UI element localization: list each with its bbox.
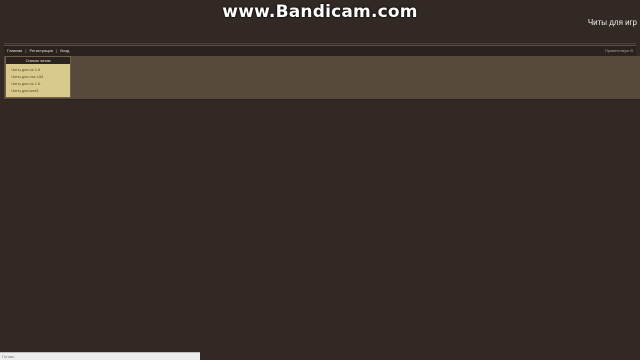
menu-item-cs16[interactable]: Читы для cs 1.6	[11, 66, 70, 73]
cheats-menu: Список читов Читы для cs 1.6 Читы для cs…	[5, 56, 71, 98]
browser-status-bar: Готово	[0, 352, 200, 360]
menu-item-cs16-alt[interactable]: Читы для cs 1.6	[11, 80, 70, 87]
cheats-menu-list: Читы для cs 1.6 Читы для css v34 Читы дл…	[6, 64, 70, 94]
content-divider	[4, 99, 640, 100]
nav-link-login[interactable]: Вход	[60, 48, 69, 53]
bandicam-watermark: www.Bandicam.com	[222, 2, 418, 22]
nav-link-home[interactable]: Главная	[7, 48, 22, 53]
nav-links: Главная | Регистрация | Вход	[7, 47, 69, 54]
cheats-menu-title: Список читов	[6, 57, 70, 64]
menu-item-css[interactable]: Читы для css v34	[11, 73, 70, 80]
header-divider	[4, 43, 636, 44]
content-band	[4, 56, 640, 99]
menu-item-war3[interactable]: Читы для war3	[11, 87, 70, 94]
browser-page: www.Bandicam.com Читы для игр Главная | …	[0, 0, 640, 360]
status-text: Готово	[2, 354, 15, 359]
site-title: Читы для игр	[587, 18, 637, 27]
nav-separator: |	[25, 48, 27, 53]
welcome-text: Приветствую В	[605, 48, 633, 53]
nav-link-register[interactable]: Регистрация	[30, 48, 53, 53]
nav-separator: |	[56, 48, 58, 53]
